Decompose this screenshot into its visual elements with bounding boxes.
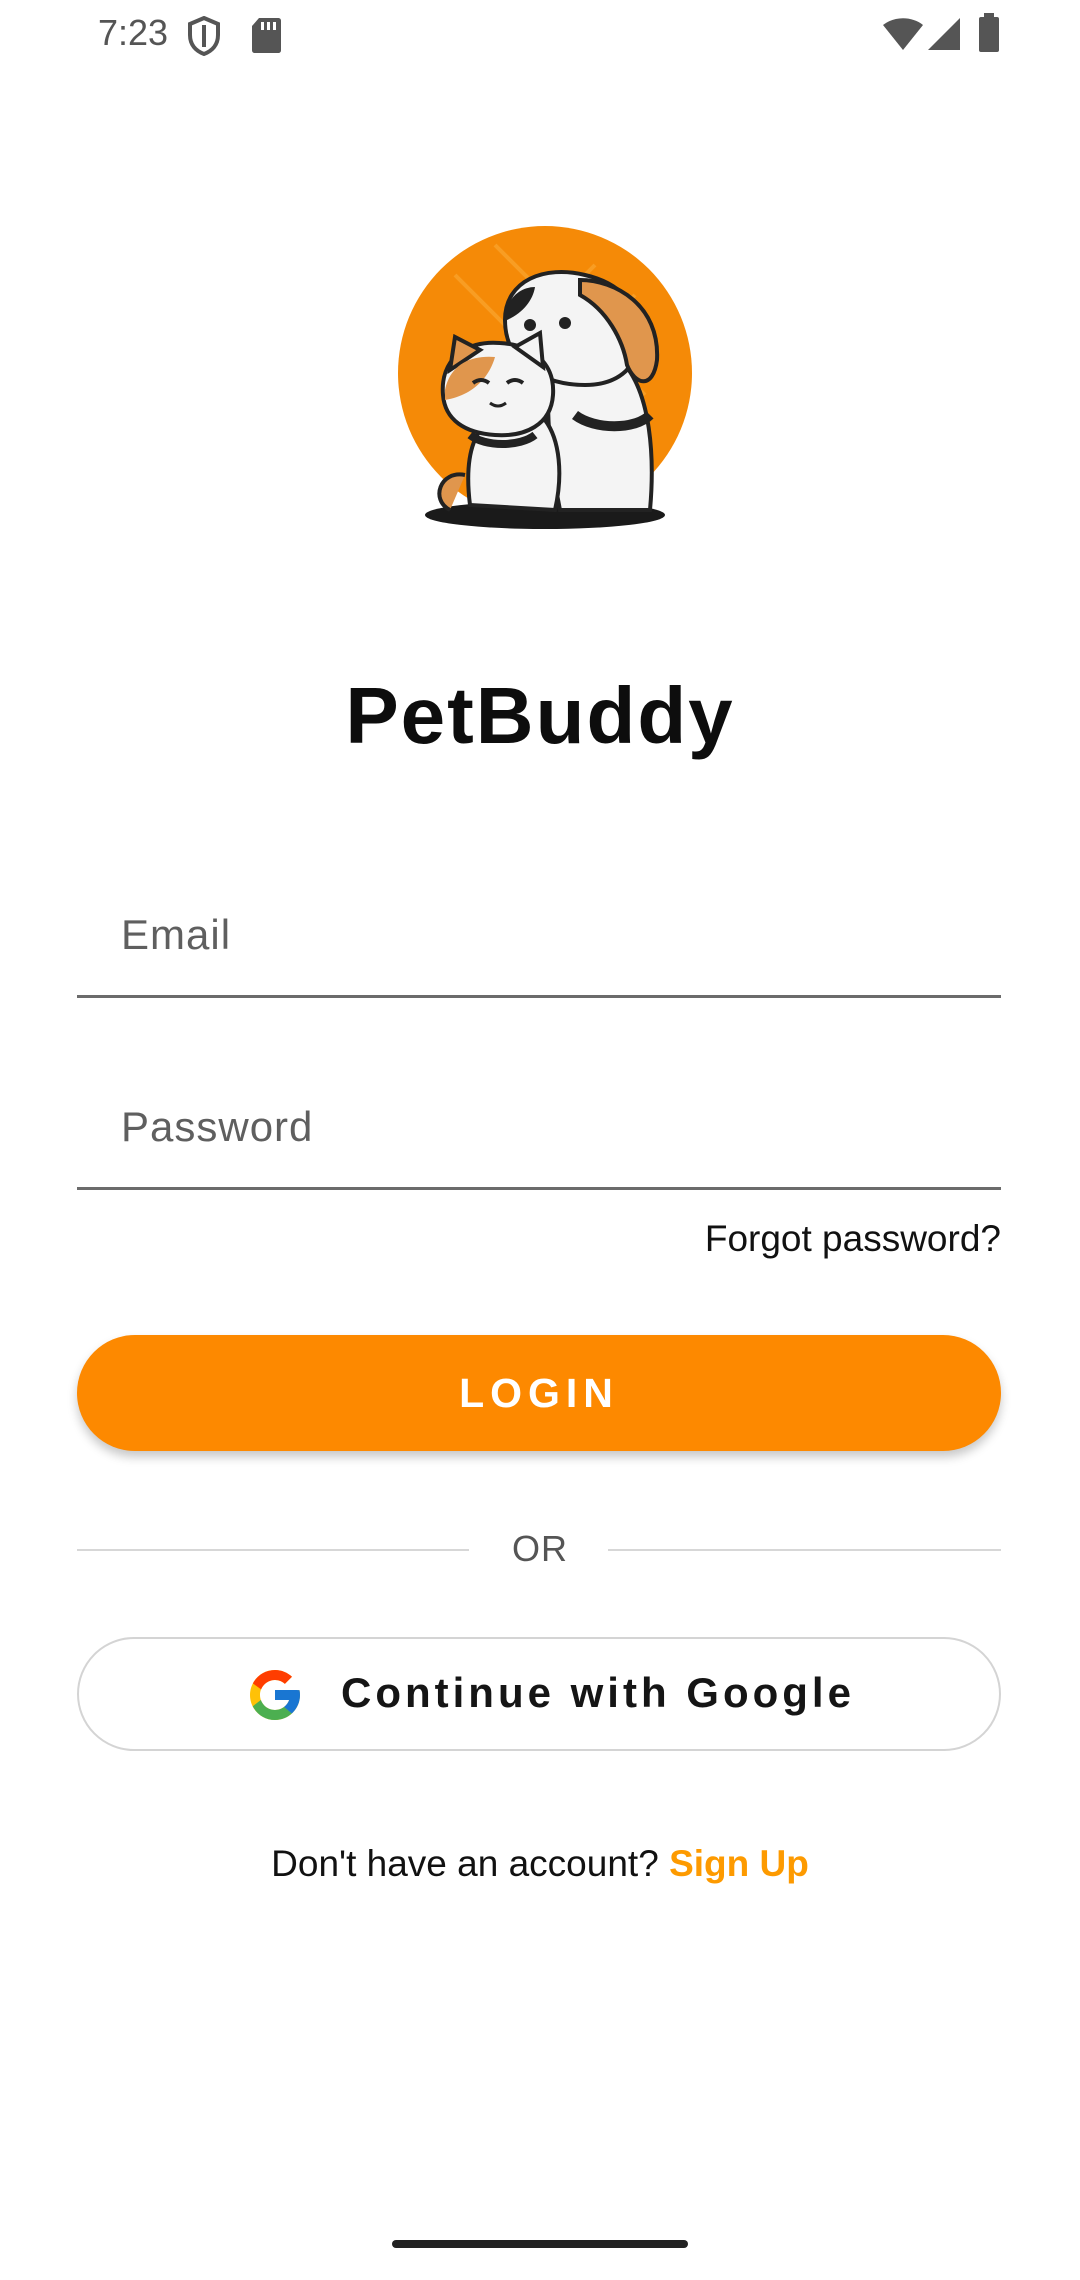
email-field[interactable]	[77, 875, 1001, 998]
wifi-icon	[883, 18, 923, 50]
google-icon	[250, 1670, 300, 1720]
home-indicator[interactable]	[392, 2240, 688, 2248]
signup-row: Don't have an account? Sign Up	[0, 1843, 1080, 1885]
login-button[interactable]: LOGIN	[77, 1335, 1001, 1451]
sd-card-icon	[252, 18, 281, 53]
battery-icon	[979, 13, 999, 52]
cell-signal-icon	[928, 18, 960, 50]
google-button-label: Continue with Google	[341, 1669, 855, 1716]
pet-logo	[398, 226, 692, 529]
continue-with-google-button[interactable]: Continue with Google	[77, 1637, 1001, 1751]
forgot-password-link[interactable]: Forgot password?	[705, 1218, 1001, 1260]
status-bar: 7:23	[0, 0, 1080, 70]
divider-line-right	[608, 1549, 1001, 1551]
email-input[interactable]	[77, 875, 1001, 995]
status-time: 7:23	[98, 12, 169, 53]
password-field[interactable]	[77, 1067, 1001, 1190]
password-input[interactable]	[77, 1067, 1001, 1187]
shield-icon	[188, 16, 220, 56]
app-title: PetBuddy	[345, 671, 735, 760]
signup-link[interactable]: Sign Up	[669, 1843, 809, 1884]
signup-prompt: Don't have an account?	[271, 1843, 659, 1884]
